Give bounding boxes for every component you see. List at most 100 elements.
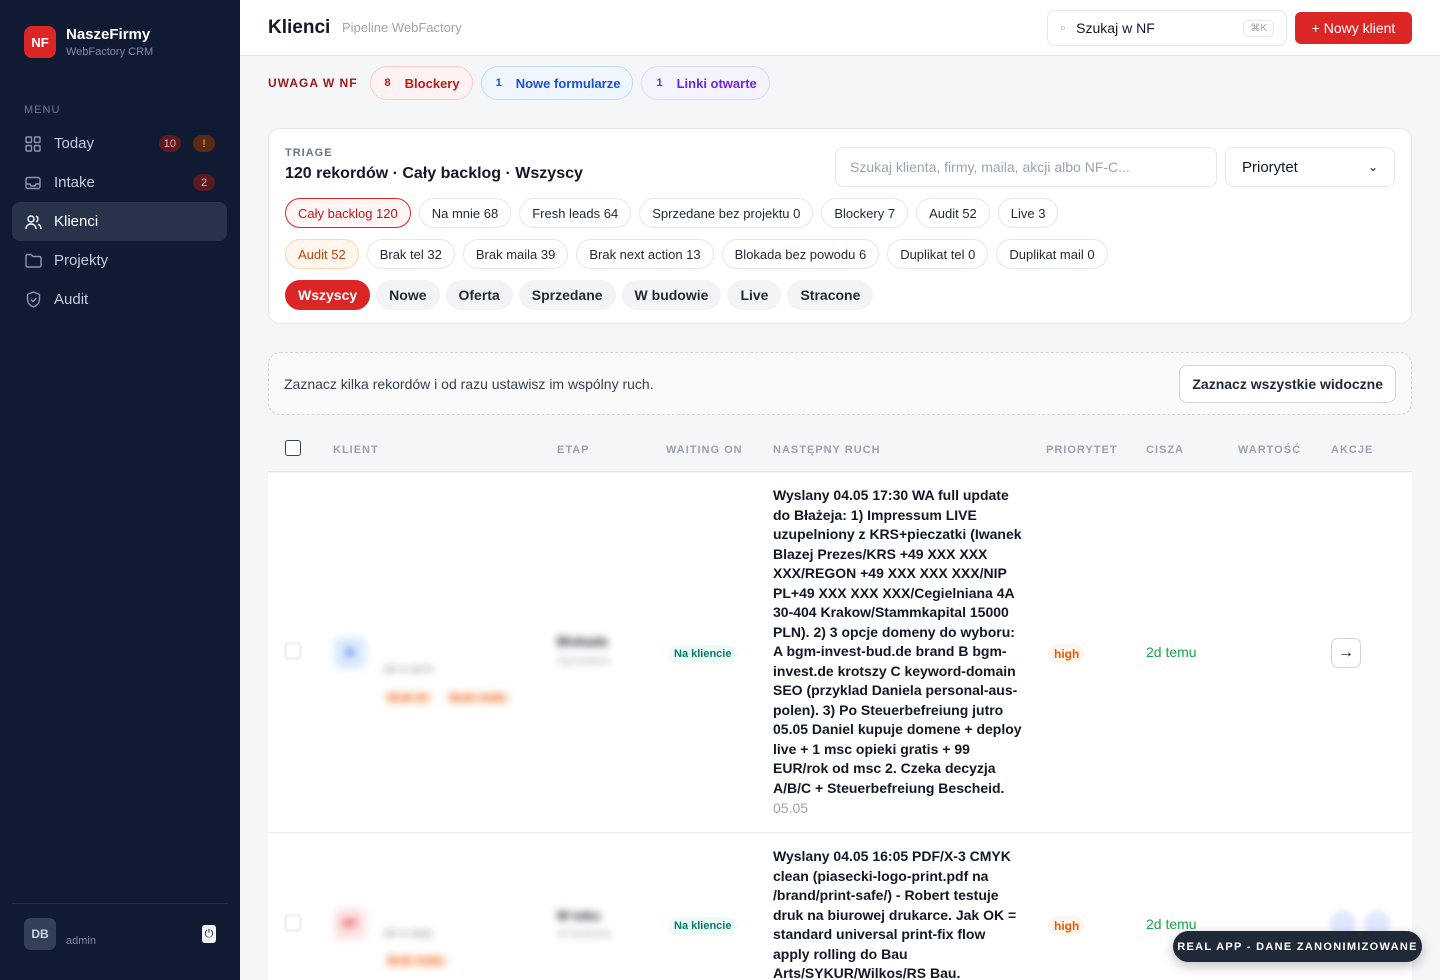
column-header-stage[interactable]: ETAP bbox=[557, 444, 590, 456]
demo-data-badge: REAL APP - DANE ZANONIMIZOWANE bbox=[1173, 931, 1422, 962]
select-all-checkbox[interactable] bbox=[285, 440, 301, 456]
column-header-silence[interactable]: CISZA bbox=[1146, 444, 1184, 456]
triage-label: TRIAGE bbox=[285, 147, 333, 159]
alert-blockers[interactable]: 8 Blockery bbox=[369, 66, 473, 100]
chip-no-phone[interactable]: Brak tel 32 bbox=[366, 239, 455, 269]
chip-duplicate-phone[interactable]: Duplikat tel 0 bbox=[887, 239, 989, 269]
global-search[interactable]: ⌕ Szukaj w NF ⌘K bbox=[1047, 10, 1287, 46]
avatar: DB bbox=[24, 918, 56, 950]
alert-new-forms[interactable]: 1 Nowe formularze bbox=[480, 66, 634, 100]
today-warning-badge: ! bbox=[193, 135, 215, 152]
chevron-down-icon: ⌄ bbox=[1367, 160, 1378, 174]
sidebar-item-label: Klienci bbox=[54, 213, 99, 230]
alert-label: Linki otwarte bbox=[676, 75, 757, 91]
priority-badge: high bbox=[1048, 916, 1086, 936]
sidebar-item-label: Today bbox=[54, 135, 95, 152]
chip-duplicate-email[interactable]: Duplikat mail 0 bbox=[996, 239, 1108, 269]
chip-no-next-action[interactable]: Brak next action 13 bbox=[576, 239, 714, 269]
missing-data-tag: Brak maila bbox=[446, 691, 510, 705]
menu-label: MENU bbox=[24, 104, 61, 116]
sidebar-item-audit[interactable]: Audit bbox=[12, 280, 227, 319]
page-subtitle: Pipeline WebFactory bbox=[342, 20, 462, 35]
waiting-on-badge: Na kliencie bbox=[668, 917, 738, 935]
priority-select[interactable]: Priorytet ⌄ bbox=[1225, 147, 1395, 187]
table-header: KLIENT ETAP WAITING ON NASTĘPNY RUCH PRI… bbox=[268, 428, 1412, 472]
stage-sub: W budowie bbox=[557, 928, 612, 940]
next-action-text: Wyslany 04.05 16:05 PDF/X-3 CMYK clean (… bbox=[773, 847, 1023, 980]
column-header-waiting-on[interactable]: WAITING ON bbox=[666, 444, 743, 456]
alert-label: Nowe formularze bbox=[515, 75, 621, 91]
brand[interactable]: NF NaszeFirmy WebFactory CRM bbox=[24, 26, 153, 58]
alert-count: 1 bbox=[495, 77, 502, 89]
power-icon[interactable]: ⏻ bbox=[202, 925, 216, 943]
stage-lost[interactable]: Stracone bbox=[787, 280, 874, 310]
topbar: Klienci Pipeline WebFactory ⌕ Szukaj w N… bbox=[240, 0, 1440, 56]
stage-sub: Sprzedane bbox=[557, 655, 611, 667]
stage-live[interactable]: Live bbox=[727, 280, 782, 310]
alert-count: 1 bbox=[656, 77, 663, 89]
next-action-body: Wyslany 04.05 17:30 WA full update do Bł… bbox=[773, 487, 1022, 796]
chip-on-me[interactable]: Na mnie 68 bbox=[418, 198, 512, 228]
sidebar-item-intake[interactable]: Intake 2 bbox=[12, 163, 227, 202]
select-all-visible-button[interactable]: Zaznacz wszystkie widoczne bbox=[1179, 365, 1396, 403]
shortcut-hint: ⌘K bbox=[1243, 19, 1274, 37]
table-row[interactable]: B NF-C-0472 Brak tel Brak maila Blokada … bbox=[268, 473, 1412, 833]
triage-card: TRIAGE 120 rekordów · Cały backlog · Wsz… bbox=[268, 128, 1412, 324]
client-logo: B bbox=[334, 637, 366, 669]
stage-all[interactable]: Wszyscy bbox=[285, 280, 371, 310]
arrow-right-icon[interactable]: → bbox=[1331, 638, 1361, 668]
brand-subtitle: WebFactory CRM bbox=[66, 46, 154, 58]
missing-data-tag: Brak tel bbox=[384, 691, 433, 705]
row-checkbox[interactable] bbox=[285, 643, 301, 659]
column-header-priority[interactable]: PRIORYTET bbox=[1046, 444, 1118, 456]
user-profile[interactable]: DB admin ⏻ bbox=[24, 918, 216, 950]
chip-audit[interactable]: Audit 52 bbox=[916, 198, 990, 228]
row-checkbox[interactable] bbox=[285, 915, 301, 931]
alert-open-links[interactable]: 1 Linki otwarte bbox=[641, 66, 770, 100]
stage-new[interactable]: Nowe bbox=[376, 280, 440, 310]
missing-data-tag: Brak maila bbox=[384, 954, 448, 968]
sidebar-item-label: Audit bbox=[54, 291, 89, 308]
bulk-hint: Zaznacz kilka rekordów i od razu ustawis… bbox=[284, 376, 654, 392]
new-client-button[interactable]: + Nowy klient bbox=[1295, 12, 1412, 44]
user-role: admin bbox=[66, 935, 96, 947]
client-search-input[interactable] bbox=[835, 147, 1217, 187]
today-count-badge: 10 bbox=[158, 135, 181, 152]
sidebar: NF NaszeFirmy WebFactory CRM MENU Today … bbox=[0, 0, 240, 980]
stage-name: Blokada bbox=[557, 634, 608, 649]
stage-in-build[interactable]: W budowie bbox=[621, 280, 722, 310]
sidebar-item-label: Projekty bbox=[54, 252, 109, 269]
page-title: Klienci bbox=[268, 17, 331, 38]
chip-sold-no-project[interactable]: Sprzedane bez projektu 0 bbox=[639, 198, 814, 228]
stage-name: W toku bbox=[557, 908, 601, 923]
search-icon: ⌕ bbox=[1060, 21, 1067, 34]
column-header-client[interactable]: KLIENT bbox=[333, 444, 379, 456]
chip-fresh-leads[interactable]: Fresh leads 64 bbox=[519, 198, 632, 228]
audit-chips: Audit 52 Brak tel 32 Brak maila 39 Brak … bbox=[285, 239, 1108, 269]
chip-audit-all[interactable]: Audit 52 bbox=[285, 239, 359, 269]
brand-name: NaszeFirmy bbox=[66, 26, 151, 43]
sidebar-divider bbox=[12, 903, 228, 904]
chip-block-no-reason[interactable]: Blokada bez powodu 6 bbox=[721, 239, 880, 269]
grid-icon bbox=[24, 135, 42, 153]
chip-no-email[interactable]: Brak maila 39 bbox=[462, 239, 569, 269]
alert-label: Blockery bbox=[404, 75, 460, 91]
column-header-actions: AKCJE bbox=[1331, 444, 1374, 456]
chip-live[interactable]: Live 3 bbox=[997, 198, 1059, 228]
stage-chips: Wszyscy Nowe Oferta Sprzedane W budowie … bbox=[285, 280, 874, 310]
brand-logo: NF bbox=[24, 26, 56, 58]
sidebar-item-today[interactable]: Today 10 ! bbox=[12, 124, 227, 163]
inbox-icon bbox=[24, 174, 42, 192]
chip-blockers[interactable]: Blockery 7 bbox=[821, 198, 909, 228]
priority-select-value: Priorytet bbox=[1242, 158, 1298, 176]
bulk-actions-bar: Zaznacz kilka rekordów i od razu ustawis… bbox=[268, 352, 1412, 415]
sidebar-item-projekty[interactable]: Projekty bbox=[12, 241, 227, 280]
alerts-bar: UWAGA W NF 8 Blockery 1 Nowe formularze … bbox=[268, 66, 770, 100]
column-header-next-action[interactable]: NASTĘPNY RUCH bbox=[773, 444, 881, 456]
column-header-value[interactable]: WARTOŚĆ bbox=[1238, 444, 1301, 456]
stage-sold[interactable]: Sprzedane bbox=[518, 280, 616, 310]
chip-backlog[interactable]: Cały backlog 120 bbox=[285, 198, 411, 228]
triage-title: 120 rekordów · Cały backlog · Wszyscy bbox=[285, 165, 583, 182]
sidebar-item-klienci[interactable]: Klienci bbox=[12, 202, 227, 241]
stage-offer[interactable]: Oferta bbox=[445, 280, 513, 310]
